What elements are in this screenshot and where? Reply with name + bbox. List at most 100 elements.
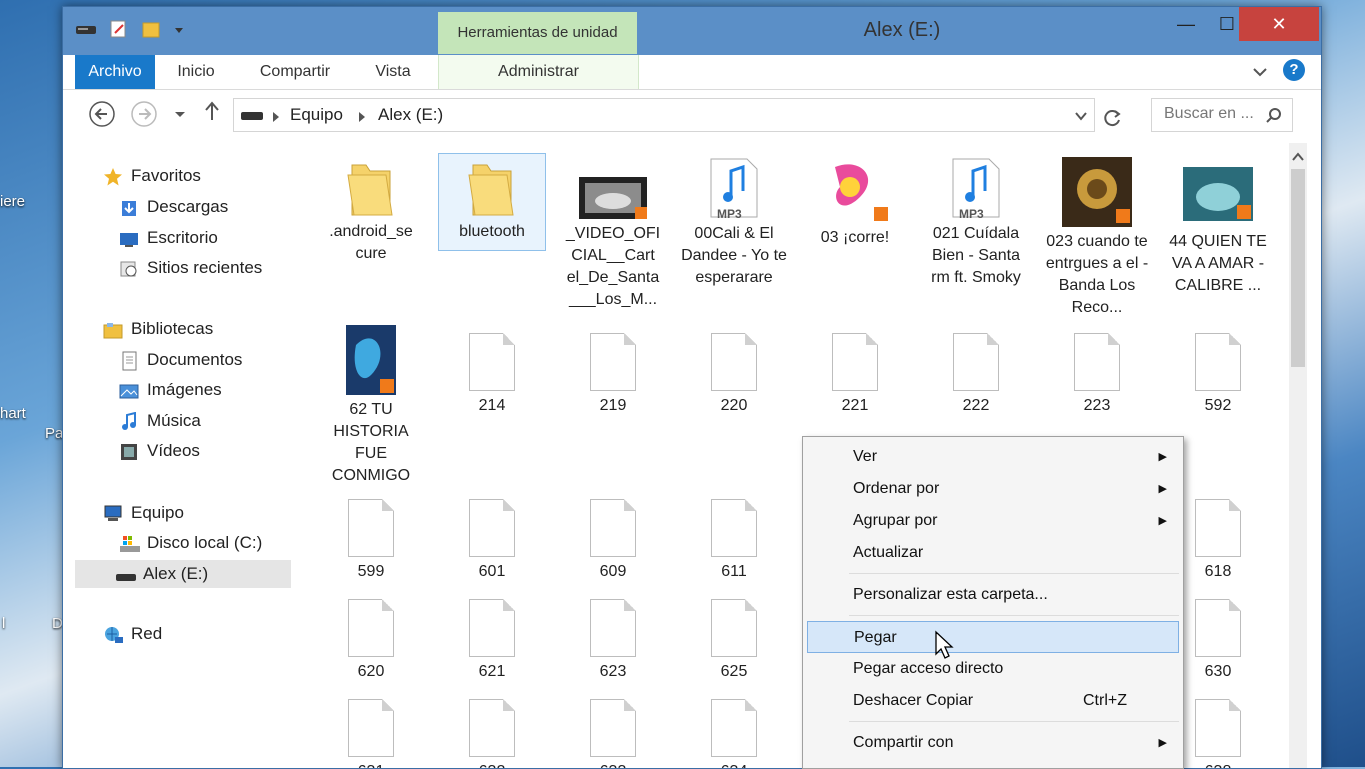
file-item[interactable]: 634 bbox=[680, 699, 788, 768]
back-icon[interactable] bbox=[87, 100, 117, 130]
file-item[interactable]: 609 bbox=[559, 499, 667, 583]
network-icon bbox=[103, 625, 123, 643]
file-label: 214 bbox=[478, 397, 506, 414]
mp3-file-item[interactable]: MP3 00Cali & El Dandee - Yo te esperarar… bbox=[680, 157, 788, 289]
menu-item-compartir-con[interactable]: Compartir con ▶ bbox=[807, 727, 1179, 759]
nav-red[interactable]: Red bbox=[103, 620, 162, 648]
breadcrumb-equipo[interactable]: Equipo bbox=[290, 105, 343, 125]
file-item[interactable]: 623 bbox=[559, 599, 667, 683]
nav-sitios-recientes[interactable]: Sitios recientes bbox=[119, 254, 262, 282]
nav-imagenes[interactable]: Imágenes bbox=[119, 376, 222, 404]
chevron-right-icon[interactable] bbox=[358, 110, 366, 128]
drive-icon bbox=[240, 109, 264, 128]
nav-equipo[interactable]: Equipo bbox=[103, 499, 184, 527]
file-item[interactable]: 599 bbox=[317, 499, 425, 583]
close-button[interactable]: ✕ bbox=[1239, 7, 1319, 41]
search-placeholder: Buscar en ... bbox=[1164, 105, 1254, 122]
menu-separator bbox=[849, 573, 1179, 574]
pictures-icon bbox=[119, 381, 139, 399]
nav-videos[interactable]: Vídeos bbox=[119, 437, 200, 465]
up-icon[interactable] bbox=[197, 100, 227, 130]
media-file-item[interactable]: 023 cuando te entrgues a el - Banda Los … bbox=[1043, 157, 1151, 319]
address-dropdown-icon[interactable] bbox=[1074, 109, 1088, 128]
file-item[interactable]: 621 bbox=[438, 599, 546, 683]
tab-compartir[interactable]: Compartir bbox=[247, 55, 343, 89]
ribbon-expand-icon[interactable] bbox=[1251, 63, 1269, 86]
menu-item-actualizar[interactable]: Actualizar bbox=[807, 537, 1179, 569]
file-item[interactable]: 620 bbox=[317, 599, 425, 683]
file-label: 44 QUIEN TE VA A AMAR -CALIBRE ... bbox=[1169, 233, 1267, 294]
file-label: 023 cuando te entrgues a el - Banda Los … bbox=[1045, 233, 1149, 316]
scroll-up-icon[interactable] bbox=[1292, 149, 1304, 167]
help-icon[interactable]: ? bbox=[1283, 59, 1305, 81]
file-item[interactable]: 219 bbox=[559, 333, 667, 417]
file-item[interactable]: 214 bbox=[438, 333, 546, 417]
mp3-file-item[interactable]: MP3 021 Cuídala Bien - Santa rm ft. Smok… bbox=[922, 157, 1030, 289]
file-item[interactable]: 625 bbox=[680, 599, 788, 683]
menu-item-personalizar[interactable]: Personalizar esta carpeta... bbox=[807, 579, 1179, 611]
generic-file-icon bbox=[590, 499, 636, 557]
media-file-item[interactable]: 62 TU HISTORIA FUE CONMIGO bbox=[317, 325, 425, 487]
tab-vista[interactable]: Vista bbox=[363, 55, 423, 89]
libraries-icon bbox=[103, 320, 123, 339]
nav-label: Escritorio bbox=[147, 228, 218, 247]
nav-disco-local[interactable]: Disco local (C:) bbox=[119, 529, 262, 557]
file-item[interactable]: 632 bbox=[438, 699, 546, 768]
nav-alex-drive[interactable]: Alex (E:) bbox=[75, 560, 291, 588]
breadcrumb-drive[interactable]: Alex (E:) bbox=[378, 105, 443, 125]
file-item[interactable]: 221 bbox=[801, 333, 909, 417]
file-item[interactable]: 633 bbox=[559, 699, 667, 768]
menu-label: Pegar bbox=[854, 629, 897, 646]
generic-file-icon bbox=[469, 333, 515, 391]
file-item[interactable]: 601 bbox=[438, 499, 546, 583]
menu-item-agrupar-por[interactable]: Agrupar por ▶ bbox=[807, 505, 1179, 537]
tab-inicio[interactable]: Inicio bbox=[165, 55, 227, 89]
address-bar[interactable]: Equipo Alex (E:) bbox=[233, 98, 1095, 132]
media-file-item[interactable]: 03 ¡corre! bbox=[801, 157, 909, 249]
nav-documentos[interactable]: Documentos bbox=[119, 346, 242, 374]
folder-item[interactable]: .android_se cure bbox=[317, 157, 425, 265]
nav-descargas[interactable]: Descargas bbox=[119, 193, 228, 221]
refresh-icon[interactable] bbox=[1103, 108, 1123, 133]
vertical-scrollbar[interactable] bbox=[1289, 143, 1307, 768]
context-menu: Ver ▶ Ordenar por ▶ Agrupar por ▶ Actualiza… bbox=[802, 436, 1184, 769]
media-file-item[interactable]: 44 QUIEN TE VA A AMAR -CALIBRE ... bbox=[1164, 157, 1272, 297]
file-item[interactable]: 223 bbox=[1043, 333, 1151, 417]
generic-file-icon bbox=[1074, 333, 1120, 391]
file-item[interactable]: 222 bbox=[922, 333, 1030, 417]
chevron-right-icon[interactable] bbox=[272, 110, 280, 128]
folder-item[interactable]: bluetooth bbox=[438, 153, 546, 251]
menu-label: Ordenar por bbox=[853, 480, 940, 497]
menu-item-ordenar-por[interactable]: Ordenar por ▶ bbox=[807, 473, 1179, 505]
nav-favoritos[interactable]: Favoritos bbox=[103, 162, 201, 190]
recent-locations-icon[interactable] bbox=[165, 100, 195, 130]
generic-file-icon bbox=[1195, 599, 1241, 657]
scrollbar-thumb[interactable] bbox=[1291, 169, 1305, 367]
minimize-button[interactable]: — bbox=[1163, 7, 1209, 41]
menu-item-deshacer-copiar[interactable]: Deshacer Copiar Ctrl+Z bbox=[807, 685, 1179, 717]
menu-separator bbox=[849, 615, 1179, 616]
nav-bibliotecas[interactable]: Bibliotecas bbox=[103, 315, 213, 343]
tab-archivo[interactable]: Archivo bbox=[75, 55, 155, 89]
menu-item-pegar-acceso-directo[interactable]: Pegar acceso directo bbox=[807, 653, 1179, 685]
menu-item-pegar[interactable]: Pegar bbox=[807, 621, 1179, 653]
tab-administrar[interactable]: Administrar bbox=[438, 55, 639, 89]
forward-icon[interactable] bbox=[129, 100, 159, 130]
generic-file-icon bbox=[711, 499, 757, 557]
file-label: 219 bbox=[599, 397, 627, 414]
nav-escritorio[interactable]: Escritorio bbox=[119, 224, 218, 252]
album-art-icon bbox=[820, 157, 890, 223]
nav-musica[interactable]: Música bbox=[119, 407, 201, 435]
search-icon[interactable] bbox=[1266, 107, 1282, 128]
nav-label: Favoritos bbox=[131, 166, 201, 185]
file-label: 601 bbox=[478, 563, 506, 580]
nav-label: Red bbox=[131, 624, 163, 643]
downloads-icon bbox=[119, 198, 139, 216]
video-file-item[interactable]: _VIDEO_OFI CIAL__Cart el_De_Santa ___Los… bbox=[559, 157, 667, 311]
file-item[interactable]: 631 bbox=[317, 699, 425, 768]
file-item[interactable]: 611 bbox=[680, 499, 788, 583]
file-item[interactable]: 220 bbox=[680, 333, 788, 417]
search-input[interactable]: Buscar en ... bbox=[1151, 98, 1293, 132]
menu-item-ver[interactable]: Ver ▶ bbox=[807, 441, 1179, 473]
file-item[interactable]: 592 bbox=[1164, 333, 1272, 417]
